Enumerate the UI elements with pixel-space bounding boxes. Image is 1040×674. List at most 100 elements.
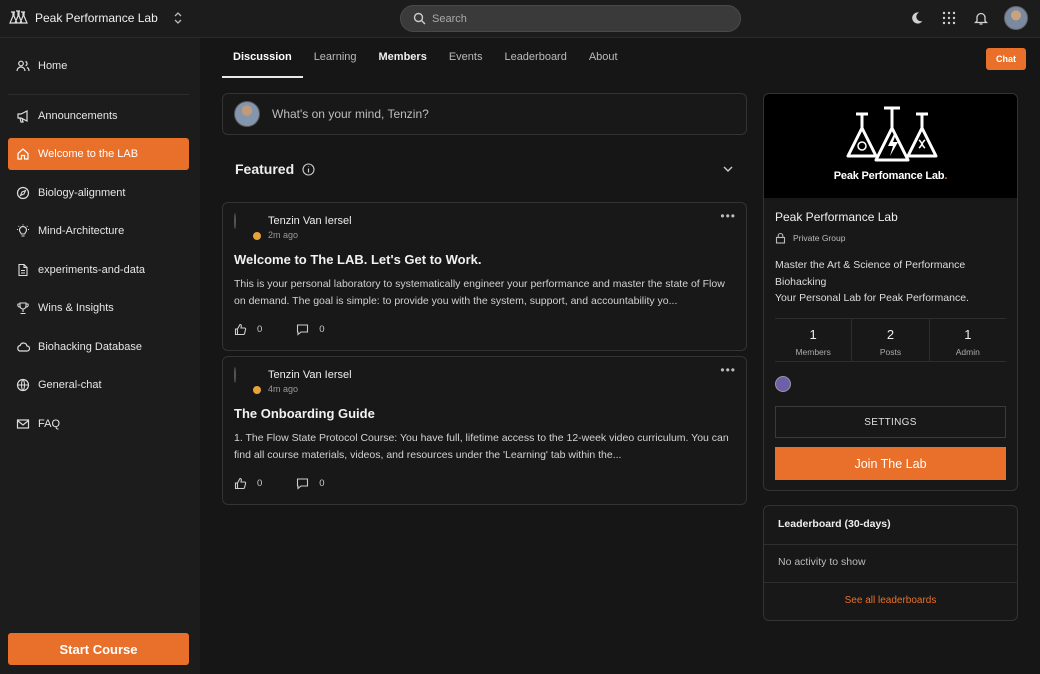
post-card[interactable]: Tenzin Van Iersel 2m ago ••• Welcome to … [222, 202, 747, 351]
sidebar-item-label: General-chat [38, 379, 102, 391]
comment-count: 0 [319, 478, 325, 489]
post-title[interactable]: Welcome to The LAB. Let's Get to Work. [234, 252, 481, 267]
join-group-button[interactable]: Join The Lab [775, 447, 1006, 480]
post-author[interactable]: Tenzin Van Iersel [268, 215, 352, 227]
stat-admin[interactable]: 1 Admin [930, 319, 1006, 361]
post-actions: 0 0 [234, 323, 359, 336]
post-actions: 0 0 [234, 477, 359, 490]
divider [764, 582, 1017, 583]
see-all-leaderboards-link[interactable]: See all leaderboards [764, 595, 1017, 606]
author-avatar[interactable] [234, 367, 262, 395]
post-body: This is your personal laboratory to syst… [234, 278, 725, 307]
sidebar-item-announcements[interactable]: Announcements [8, 100, 189, 132]
post-card[interactable]: Tenzin Van Iersel 4m ago ••• The Onboard… [222, 356, 747, 505]
sidebar-item-label: Announcements [38, 110, 118, 122]
group-description: Master the Art & Science of Performance … [775, 259, 969, 304]
chevron-updown-icon [173, 11, 183, 25]
leaderboard-card: Leaderboard (30-days) No activity to sho… [763, 505, 1018, 621]
lab-flasks-logo-icon [846, 106, 938, 162]
sidebar-item-label: Biology-alignment [38, 187, 126, 199]
sidebar-item-welcome[interactable]: Welcome to the LAB [8, 138, 189, 170]
tab-about[interactable]: About [578, 38, 629, 78]
post-author[interactable]: Tenzin Van Iersel [268, 369, 352, 381]
author-avatar[interactable] [234, 213, 262, 241]
sidebar-item-home[interactable]: Home [8, 50, 189, 82]
sidebar-item-label: FAQ [38, 418, 61, 430]
people-icon [16, 60, 30, 72]
banner-title: Peak Perfomance Lab. [833, 170, 948, 182]
top-actions [908, 6, 1028, 30]
group-banner: Peak Perfomance Lab. [764, 94, 1017, 198]
more-options-icon[interactable]: ••• [720, 363, 736, 377]
compass-icon [16, 186, 30, 200]
post-title[interactable]: The Onboarding Guide [234, 406, 375, 421]
lab-flask-logo-icon [9, 10, 28, 24]
comment-icon [297, 324, 309, 336]
apps-grid-icon[interactable] [940, 9, 958, 27]
info-icon[interactable] [302, 162, 315, 176]
group-info-card: Peak Perfomance Lab. Peak Performance La… [763, 93, 1018, 491]
search-bar[interactable] [400, 5, 741, 32]
start-course-button[interactable]: Start Course [8, 633, 189, 665]
group-tabs: Discussion Learning Members Events Leade… [222, 38, 629, 78]
megaphone-icon [17, 110, 28, 123]
sidebar-item-experiments[interactable]: experiments-and-data [8, 254, 189, 286]
group-title: Peak Performance Lab [775, 210, 898, 224]
chat-button[interactable]: Chat [986, 48, 1026, 70]
post-time: 4m ago [268, 383, 299, 394]
sidebar-item-general-chat[interactable]: General-chat [8, 369, 189, 401]
like-button[interactable]: 0 [234, 323, 262, 336]
settings-button[interactable]: SETTINGS [775, 406, 1006, 438]
cloud-icon [17, 342, 30, 352]
search-input[interactable] [432, 12, 712, 25]
user-avatar[interactable] [1004, 6, 1028, 30]
trophy-icon [17, 302, 29, 315]
comment-count: 0 [319, 324, 325, 335]
post-body: 1. The Flow State Protocol Course: You h… [234, 432, 729, 461]
more-options-icon[interactable]: ••• [720, 209, 736, 223]
tab-events[interactable]: Events [438, 38, 494, 78]
sidebar-item-biohacking-db[interactable]: Biohacking Database [8, 331, 189, 363]
leaderboard-title: Leaderboard (30-days) [778, 518, 891, 530]
sidebar-item-label: Home [38, 60, 68, 72]
house-icon [17, 148, 29, 160]
tab-members[interactable]: Members [368, 38, 438, 78]
member-avatar[interactable] [775, 376, 791, 392]
like-count: 0 [257, 324, 263, 335]
post-header: Tenzin Van Iersel 2m ago [234, 213, 352, 241]
sidebar-item-label: Mind-Architecture [38, 225, 125, 237]
bulb-icon [17, 224, 29, 237]
featured-header: Featured [235, 161, 315, 177]
tab-learning[interactable]: Learning [303, 38, 368, 78]
post-composer[interactable]: What's on your mind, Tenzin? [222, 93, 747, 135]
sidebar-item-label: Welcome to the LAB [38, 148, 139, 160]
tab-leaderboard[interactable]: Leaderboard [493, 38, 577, 78]
globe-icon [16, 378, 30, 392]
comment-button[interactable]: 0 [296, 323, 325, 336]
sidebar-item-wins[interactable]: Wins & Insights [8, 292, 189, 324]
stat-members[interactable]: 1 Members [775, 319, 853, 361]
sidebar-item-faq[interactable]: FAQ [8, 408, 189, 440]
divider [8, 94, 189, 95]
tab-discussion[interactable]: Discussion [222, 38, 303, 78]
bell-icon[interactable] [972, 9, 990, 27]
comment-icon [297, 478, 309, 490]
like-count: 0 [257, 478, 263, 489]
sidebar-item-label: Wins & Insights [38, 302, 114, 314]
document-icon [18, 263, 28, 277]
sidebar-item-mind-architecture[interactable]: Mind-Architecture [8, 215, 189, 247]
search-icon [413, 12, 426, 25]
group-switcher[interactable]: Peak Performance Lab [8, 8, 183, 28]
sidebar: Home Announcements Welcome to the LAB Bi… [0, 38, 200, 674]
like-button[interactable]: 0 [234, 477, 262, 490]
sidebar-item-biology-alignment[interactable]: Biology-alignment [8, 177, 189, 209]
avatar [234, 101, 260, 127]
sidebar-item-label: experiments-and-data [38, 264, 146, 276]
comment-button[interactable]: 0 [296, 477, 325, 490]
moon-icon[interactable] [908, 9, 926, 27]
group-name: Peak Performance Lab [35, 11, 158, 25]
chevron-down-icon[interactable] [721, 162, 735, 176]
stat-posts[interactable]: 2 Posts [852, 319, 930, 361]
post-header: Tenzin Van Iersel 4m ago [234, 367, 352, 395]
featured-title: Featured [235, 161, 295, 177]
